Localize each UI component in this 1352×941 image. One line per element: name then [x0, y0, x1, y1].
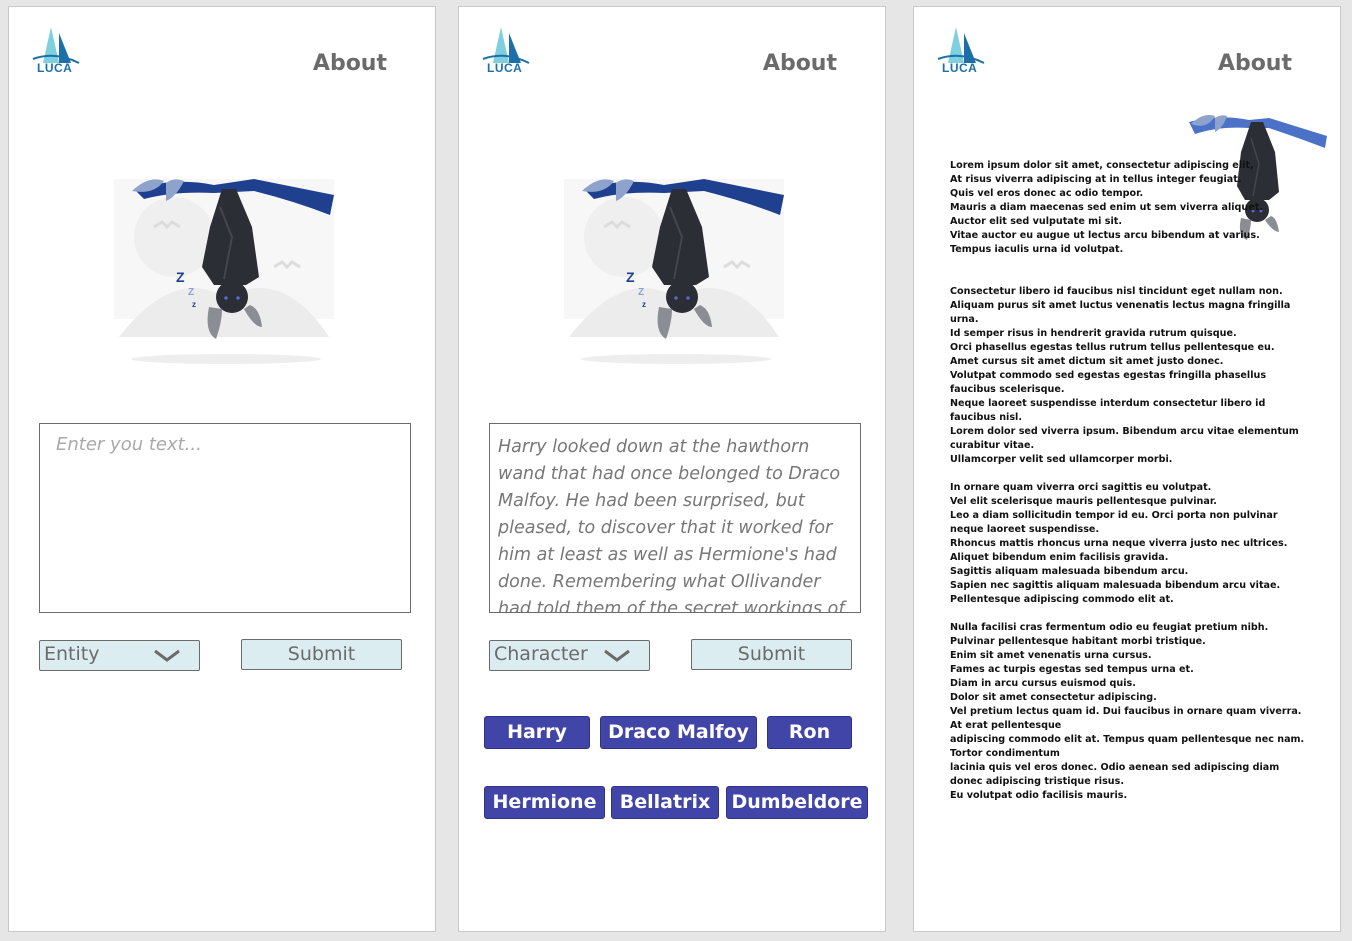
text-line: Tempus iaculis urna id volutpat. — [950, 244, 1124, 255]
text-line: Consectetur libero id faucibus nisl tinc… — [950, 286, 1283, 297]
character-chip[interactable]: Ron — [767, 716, 852, 749]
about-text: Lorem ipsum dolor sit amet, consectetur … — [950, 159, 1310, 817]
text-line: Fames ac turpis egestas sed tempus urna … — [950, 664, 1194, 675]
brand-name: LUCA — [942, 61, 978, 75]
screen-about: LUCA About Lorem ipsum dolor sit amet, c… — [913, 6, 1341, 932]
about-link[interactable]: About — [763, 51, 837, 76]
text-line: Volutpat commodo sed egestas egestas fri… — [950, 370, 1267, 395]
text-line: Enim sit amet venenatis urna cursus. — [950, 650, 1152, 661]
text-line: Quis vel eros donec ac odio tempor. — [950, 188, 1144, 199]
text-line: Amet cursus sit amet dictum sit amet jus… — [950, 356, 1224, 367]
character-chip[interactable]: Hermione — [484, 786, 605, 819]
about-paragraph: Nulla facilisi cras fermentum odio eu fe… — [950, 621, 1310, 803]
text-line: At risus viverra adipiscing at in tellus… — [950, 174, 1242, 185]
submit-button[interactable]: Submit — [691, 639, 852, 670]
about-paragraph: In ornare quam viverra orci sagittis eu … — [950, 481, 1310, 607]
text-input-placeholder: Enter you text... — [56, 434, 202, 455]
text-line: Vitae auctor eu augue ut lectus arcu bib… — [950, 230, 1260, 241]
text-input-area[interactable]: Harry looked down at the hawthorn wand t… — [489, 423, 861, 613]
text-line: Aliquam purus sit amet luctus venenatis … — [950, 300, 1291, 325]
entity-select-value: Entity — [44, 643, 100, 665]
brand-name: LUCA — [37, 61, 73, 75]
text-line: adipiscing commodo elit at. Tempus quam … — [950, 734, 1305, 759]
text-line: Orci phasellus egestas tellus rutrum tel… — [950, 342, 1275, 353]
text-line: Aliquet bibendum enim facilisis gravida. — [950, 552, 1169, 563]
text-line: Vel pretium lectus quam id. Dui faucibus… — [950, 706, 1302, 731]
text-line: Neque laoreet suspendisse interdum conse… — [950, 398, 1266, 423]
text-line: Nulla facilisi cras fermentum odio eu fe… — [950, 622, 1269, 633]
text-line: Eu volutpat odio facilisis mauris. — [950, 790, 1128, 801]
about-paragraph: Lorem ipsum dolor sit amet, consectetur … — [950, 159, 1310, 257]
submit-button[interactable]: Submit — [241, 639, 402, 670]
about-link[interactable]: About — [1218, 51, 1292, 76]
text-line: Lorem dolor sed viverra ipsum. Bibendum … — [950, 426, 1299, 451]
text-line: Sagittis aliquam malesuada bibendum arcu… — [950, 566, 1189, 577]
text-line: In ornare quam viverra orci sagittis eu … — [950, 482, 1212, 493]
chevron-down-icon — [154, 649, 180, 662]
text-line: Dolor sit amet consectetur adipiscing. — [950, 692, 1157, 703]
text-line: Rhoncus mattis rhoncus urna neque viverr… — [950, 538, 1288, 549]
text-line: Lorem ipsum dolor sit amet, consectetur … — [950, 160, 1254, 171]
text-line: Leo a diam sollicitudin tempor id eu. Or… — [950, 510, 1278, 535]
text-line: Mauris a diam maecenas sed enim ut sem v… — [950, 202, 1263, 213]
character-chip[interactable]: Harry — [484, 716, 590, 749]
text-line: lacinia quis vel eros donec. Odio aenean… — [950, 762, 1280, 787]
entity-select[interactable]: Entity — [39, 640, 200, 671]
character-chip[interactable]: Dumbeldore — [726, 786, 868, 819]
text-line: Pellentesque adipiscing commodo elit at. — [950, 594, 1174, 605]
chevron-down-icon — [604, 649, 630, 662]
text-line: Auctor elit sed vulputate mi sit. — [950, 216, 1123, 227]
sleeping-bat-illustration — [564, 167, 794, 367]
character-chip[interactable]: Bellatrix — [611, 786, 719, 819]
text-line: Sapien nec sagittis aliquam malesuada bi… — [950, 580, 1281, 591]
text-line: Id semper risus in hendrerit gravida rut… — [950, 328, 1237, 339]
sleeping-bat-illustration — [114, 167, 344, 367]
about-paragraph: Consectetur libero id faucibus nisl tinc… — [950, 285, 1310, 467]
screen-character-results: LUCA About Harry looked down at the hawt… — [458, 6, 886, 932]
text-line: Diam in arcu cursus euismod quis. — [950, 678, 1136, 689]
text-line: Pulvinar pellentesque habitant morbi tri… — [950, 636, 1206, 647]
character-select-value: Character — [494, 643, 588, 665]
screen-text-input: LUCA About Enter you text... Entity Subm… — [8, 6, 436, 932]
text-line: Vel elit scelerisque mauris pellentesque… — [950, 496, 1217, 507]
character-chip[interactable]: Draco Malfoy — [600, 716, 757, 749]
text-input-area[interactable]: Enter you text... — [39, 423, 411, 613]
brand-name: LUCA — [487, 61, 523, 75]
story-text: Harry looked down at the hawthorn wand t… — [498, 437, 845, 613]
text-line: Ullamcorper velit sed ullamcorper morbi. — [950, 454, 1173, 465]
about-link[interactable]: About — [313, 51, 387, 76]
character-select[interactable]: Character — [489, 640, 650, 671]
